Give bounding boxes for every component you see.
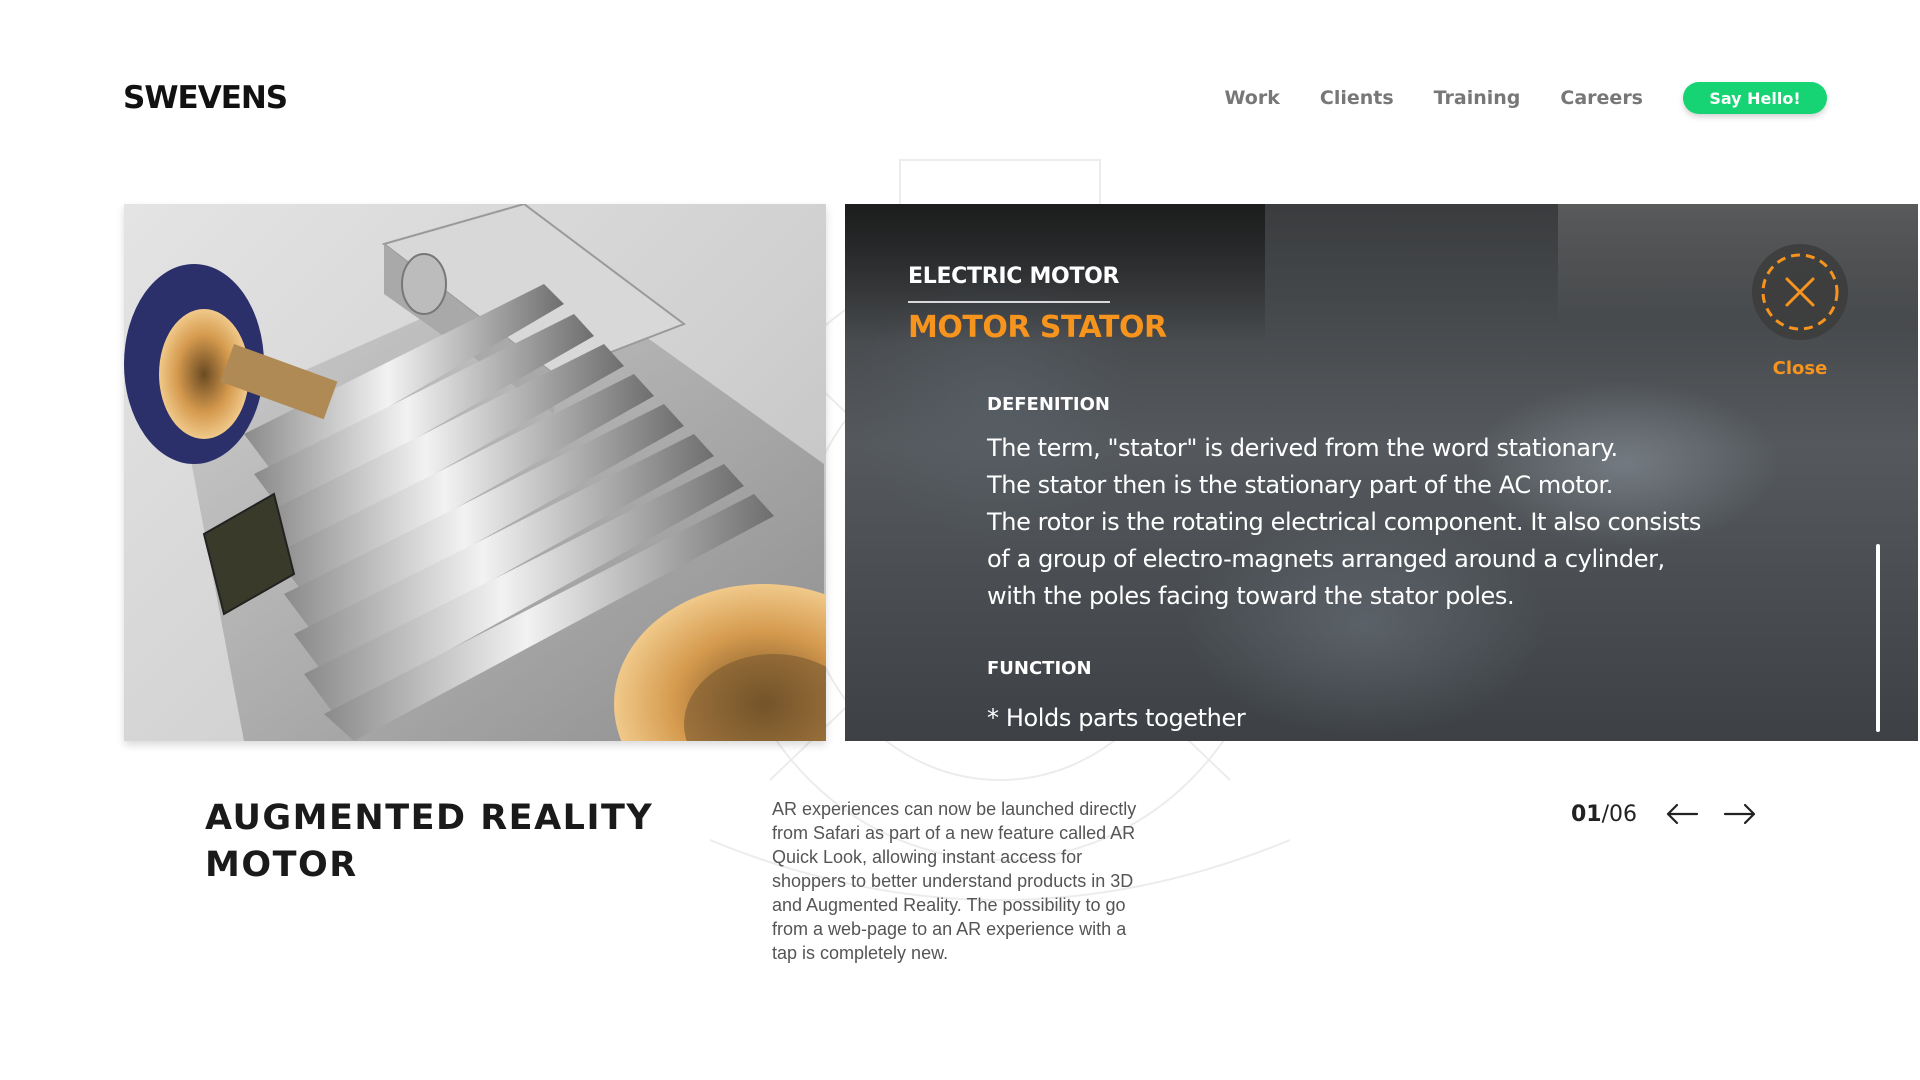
nav-work[interactable]: Work	[1225, 87, 1280, 109]
definition-text: The term, "stator" is derived from the w…	[987, 430, 1777, 615]
definition-line: The rotor is the rotating electrical com…	[987, 508, 1701, 536]
definition-line: The term, "stator" is derived from the w…	[987, 434, 1618, 462]
motor-illustration	[124, 204, 826, 741]
nav-careers[interactable]: Careers	[1560, 87, 1643, 109]
scrollbar-thumb[interactable]	[1876, 544, 1880, 732]
project-title-line1: AUGMENTED REALITY	[205, 798, 654, 838]
ar-info-panel: ELECTRIC MOTOR MOTOR STATOR DEFENITION T…	[845, 204, 1918, 741]
close-icon	[1761, 253, 1839, 331]
nav-training[interactable]: Training	[1434, 87, 1521, 109]
motor-image	[124, 204, 826, 741]
ar-overline: ELECTRIC MOTOR	[908, 264, 1120, 289]
overline-divider	[908, 301, 1110, 303]
pager-separator: /	[1601, 801, 1610, 827]
say-hello-button[interactable]: Say Hello!	[1683, 82, 1827, 114]
project-title: AUGMENTED REALITY MOTOR	[205, 795, 653, 889]
arrow-right-icon	[1723, 803, 1756, 825]
project-title-line2: MOTOR	[205, 845, 358, 885]
nav-clients[interactable]: Clients	[1320, 87, 1394, 109]
definition-line: The stator then is the stationary part o…	[987, 471, 1613, 499]
definition-line: of a group of electro-magnets arranged a…	[987, 545, 1665, 573]
close-button[interactable]	[1752, 244, 1848, 340]
definition-label: DEFENITION	[987, 394, 1110, 415]
slide-pager: 01 / 06	[1571, 800, 1759, 828]
prev-slide-button[interactable]	[1663, 800, 1701, 828]
main-nav: Work Clients Training Careers Say Hello!	[1225, 82, 1827, 114]
pager-total: 06	[1609, 801, 1638, 827]
ar-title: MOTOR STATOR	[908, 310, 1167, 345]
pager-current: 01	[1571, 801, 1602, 827]
definition-line: with the poles facing toward the stator …	[987, 582, 1515, 610]
function-item: * Holds parts together	[987, 704, 1246, 732]
next-slide-button[interactable]	[1721, 800, 1759, 828]
arrow-left-icon	[1666, 803, 1699, 825]
close-label[interactable]: Close	[1767, 358, 1833, 379]
function-label: FUNCTION	[987, 658, 1092, 679]
project-description: AR experiences can now be launched direc…	[772, 799, 1137, 963]
brand-logo[interactable]: SWEVENS	[123, 80, 288, 116]
